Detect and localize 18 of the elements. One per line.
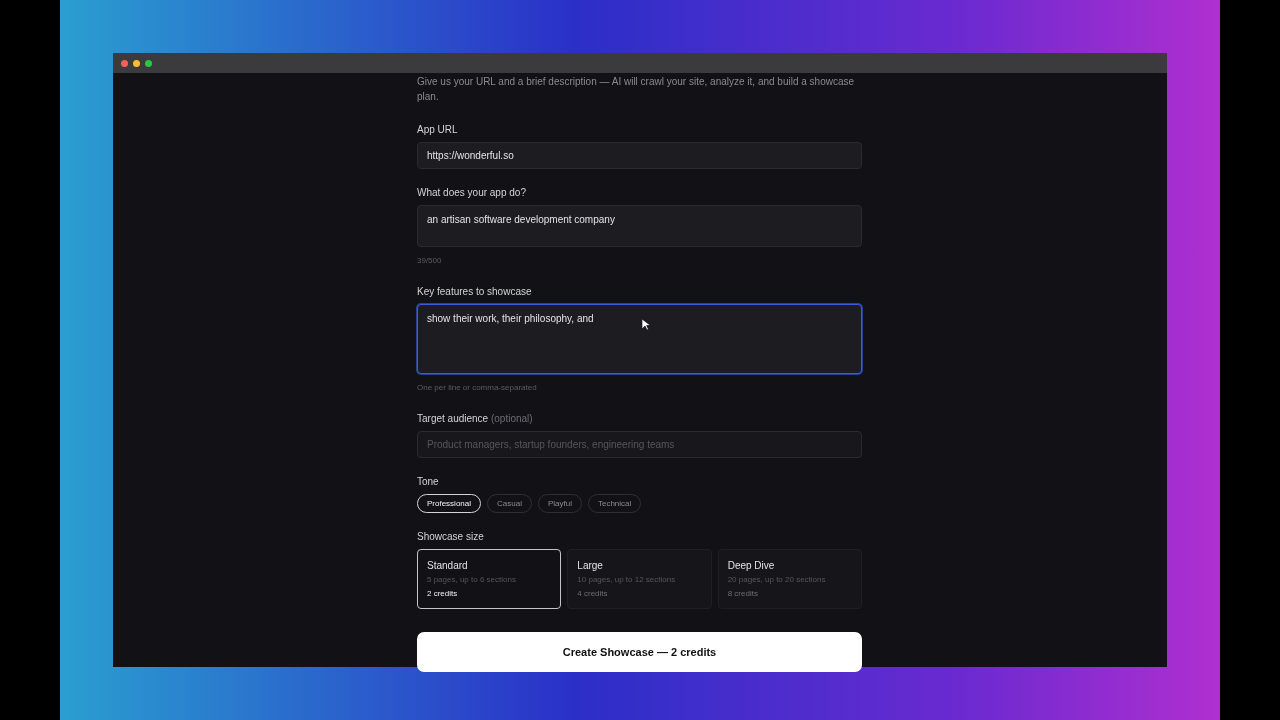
field-label: App URL bbox=[417, 123, 459, 137]
field-label: What does your app do? bbox=[417, 186, 527, 200]
hint-text: One per line or comma-separated bbox=[417, 383, 538, 393]
create-showcase-button[interactable]: Create Showcase — 2 credits bbox=[417, 632, 862, 672]
url-field[interactable]: https://wonderful.so bbox=[417, 142, 862, 169]
character-counter: 39/500 bbox=[417, 256, 443, 266]
audience-field[interactable]: Product managers, startup founders, engineering teams bbox=[417, 431, 862, 458]
description-field[interactable]: an artisan software development company bbox=[417, 205, 862, 247]
features-field[interactable]: show their work, their philosophy, and bbox=[417, 304, 862, 374]
cursor-icon bbox=[642, 319, 651, 330]
field-label: Target audience (optional) bbox=[417, 412, 534, 426]
field-label: Tone bbox=[417, 475, 440, 489]
maximize-icon[interactable] bbox=[145, 59, 152, 67]
intro-text: Give us your URL and a brief description — AI will crawl your site, analyze it, and build a showcase plan. bbox=[417, 75, 856, 104]
field-label: Showcase size bbox=[417, 530, 485, 544]
minimize-icon[interactable] bbox=[133, 59, 140, 67]
field-label: Key features to showcase bbox=[417, 285, 533, 299]
close-icon[interactable] bbox=[121, 59, 128, 67]
